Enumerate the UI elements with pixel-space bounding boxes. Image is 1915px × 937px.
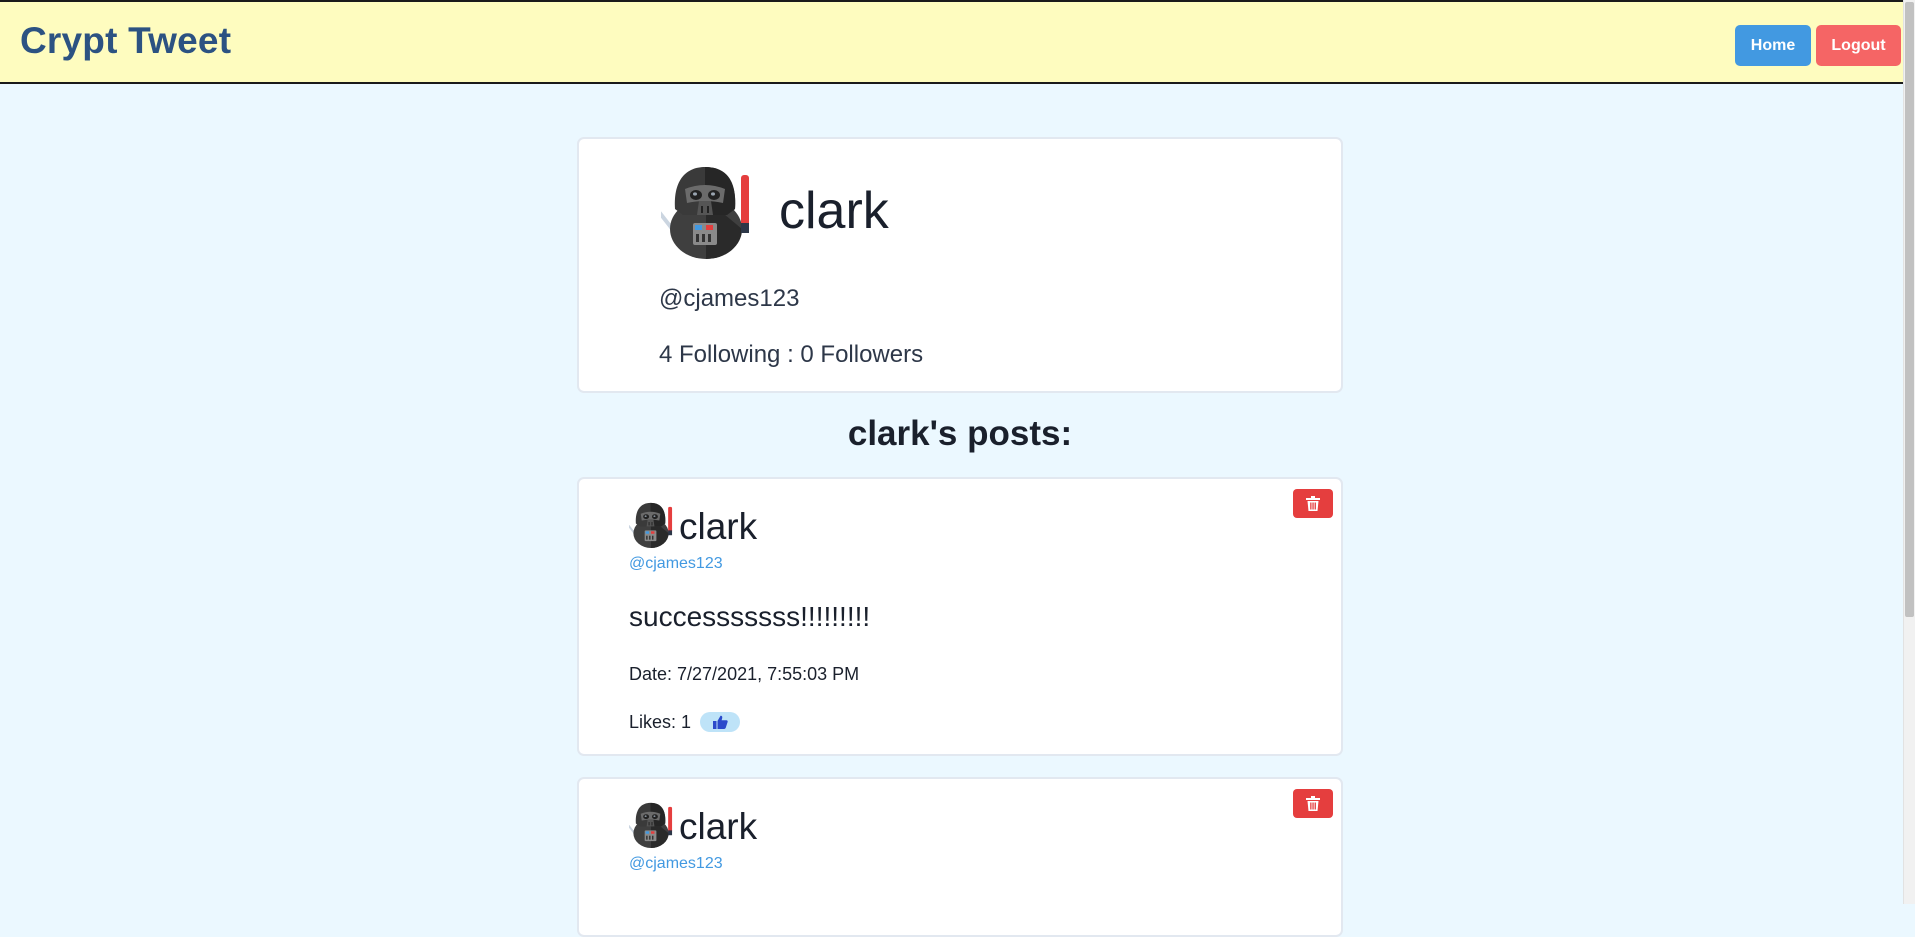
darth-vader-avatar-icon bbox=[661, 157, 755, 259]
profile-handle: @cjames123 bbox=[659, 285, 800, 312]
delete-post-button[interactable] bbox=[1293, 489, 1333, 518]
thumbs-up-icon bbox=[713, 715, 728, 729]
like-button[interactable] bbox=[700, 712, 740, 732]
delete-post-button[interactable] bbox=[1293, 789, 1333, 818]
post-author-handle[interactable]: @cjames123 bbox=[629, 555, 723, 573]
posts-heading: clark's posts: bbox=[847, 414, 1073, 453]
post-author-handle[interactable]: @cjames123 bbox=[629, 855, 723, 873]
trash-icon bbox=[1306, 496, 1320, 511]
post-content: successsssss!!!!!!!!! bbox=[629, 601, 871, 632]
post-card: clark @cjames123 bbox=[577, 777, 1343, 937]
post-date: Date: 7/27/2021, 7:55:03 PM bbox=[629, 664, 860, 684]
darth-vader-avatar-icon bbox=[629, 497, 675, 549]
trash-icon bbox=[1306, 796, 1320, 811]
post-author-name: clark bbox=[679, 806, 758, 847]
follow-stats: 4 Following : 0 Followers bbox=[659, 341, 924, 368]
top-navbar: Crypt Tweet Home Logout bbox=[0, 0, 1904, 84]
logout-button[interactable]: Logout bbox=[1816, 25, 1901, 66]
darth-vader-avatar-icon bbox=[629, 797, 675, 849]
page-scrollbar[interactable] bbox=[1903, 0, 1915, 904]
scrollbar-thumb[interactable] bbox=[1905, 2, 1914, 617]
app-title[interactable]: Crypt Tweet bbox=[20, 20, 231, 62]
home-button[interactable]: Home bbox=[1735, 25, 1811, 66]
profile-card: clark @cjames123 4 Following : 0 Followe… bbox=[577, 137, 1343, 393]
profile-name: clark bbox=[779, 182, 889, 240]
post-card: clark @cjames123 successsssss!!!!!!!!! D… bbox=[577, 477, 1343, 756]
post-author-name: clark bbox=[679, 506, 758, 547]
post-likes-count: Likes: 1 bbox=[629, 712, 692, 732]
